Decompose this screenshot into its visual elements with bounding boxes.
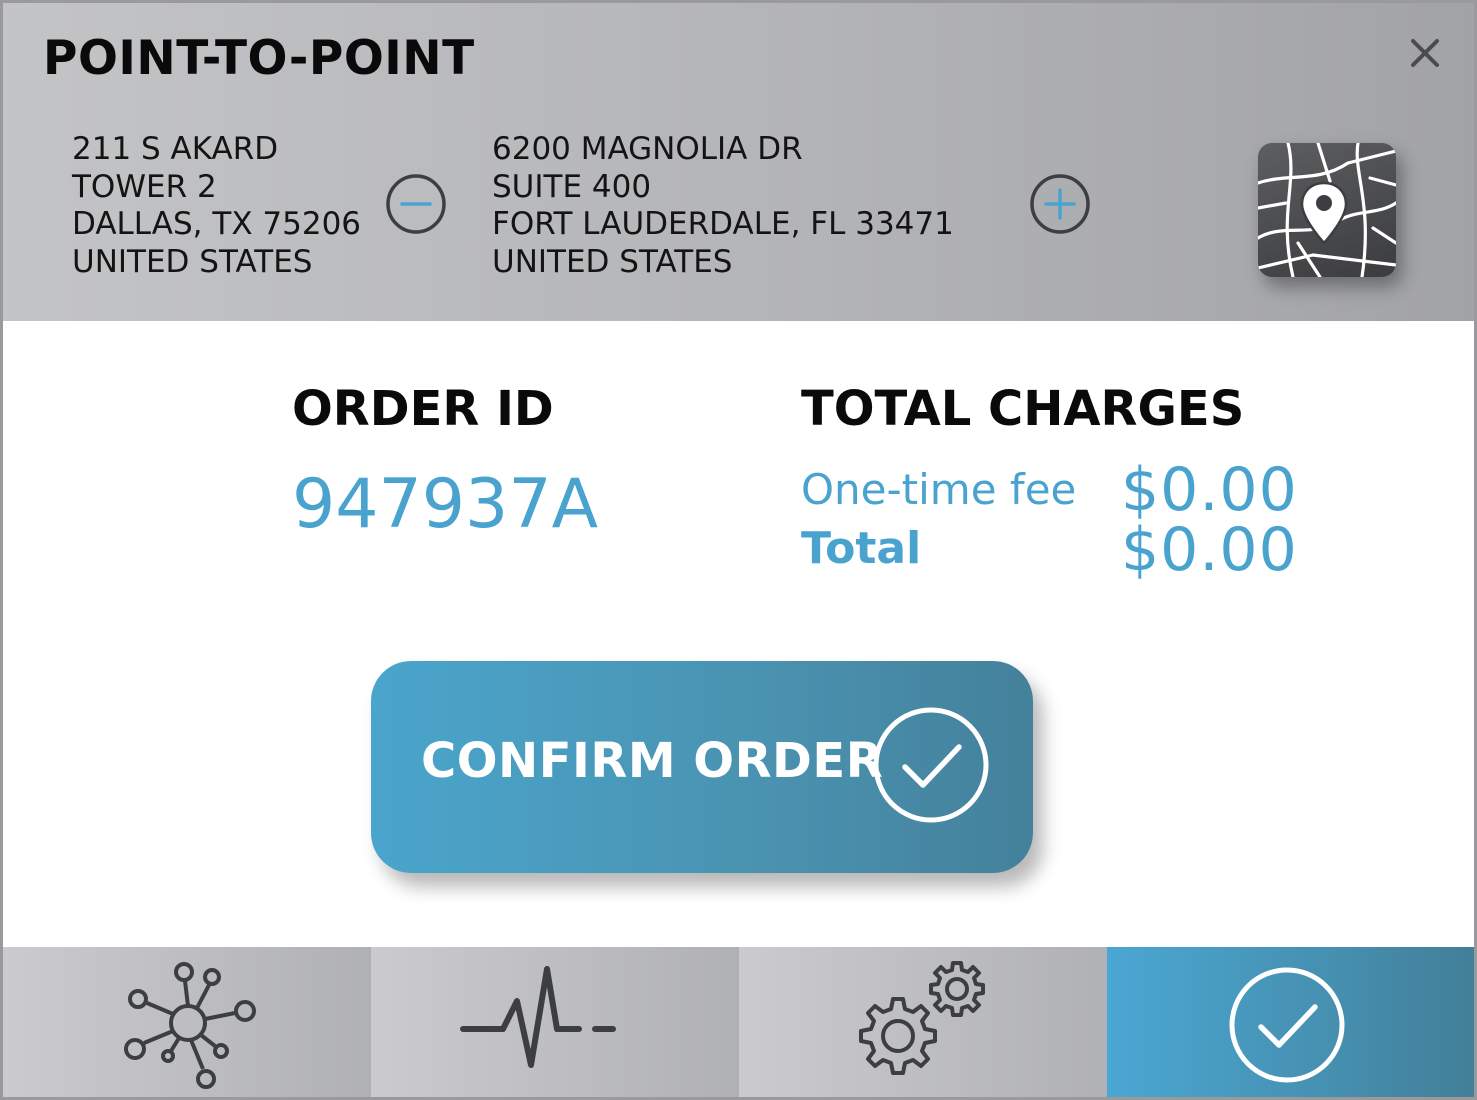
address-line: 6200 MAGNOLIA DR [492, 131, 803, 167]
total-label: Total [801, 523, 922, 574]
close-button[interactable] [1401, 29, 1449, 77]
map-pin-icon [1258, 143, 1396, 277]
address-line: SUITE 400 [492, 168, 652, 205]
pulse-icon [460, 966, 616, 1068]
total-value: $0.00 [1121, 515, 1298, 585]
close-icon [1411, 39, 1439, 67]
map-button[interactable] [1258, 143, 1396, 277]
check-circle-icon [1229, 967, 1345, 1083]
address-line: TOWER 2 [72, 168, 217, 205]
address-line: UNITED STATES [72, 243, 313, 280]
order-id-value: 947937A [292, 465, 599, 544]
address-line: 211 S AKARD [72, 131, 279, 167]
network-icon [124, 962, 256, 1089]
remove-location-button[interactable] [385, 173, 447, 235]
dialog-title: POINT-TO-POINT [43, 31, 475, 86]
point-to-point-dialog: POINT-TO-POINT 211 S AKARD TOWER 2 DALLA… [0, 0, 1477, 1100]
address-b: 6200 MAGNOLIA DR SUITE 400 FORT LAUDERDA… [492, 131, 954, 281]
one-time-fee-label: One-time fee [801, 465, 1077, 514]
nav-tab-confirm[interactable] [1107, 947, 1474, 1097]
order-id-label: ORDER ID [292, 381, 554, 437]
minus-circle-icon [386, 174, 446, 234]
address-line: DALLAS, TX 75206 [72, 206, 362, 242]
dialog-header: POINT-TO-POINT 211 S AKARD TOWER 2 DALLA… [3, 3, 1474, 321]
check-circle-icon [873, 707, 989, 823]
nav-tab-activity[interactable] [371, 947, 739, 1097]
gears-icon [859, 961, 985, 1075]
address-line: UNITED STATES [492, 243, 733, 280]
bottom-nav [3, 947, 1474, 1097]
address-line: FORT LAUDERDALE, FL 33471 [492, 206, 954, 242]
total-charges-label: TOTAL CHARGES [801, 381, 1245, 437]
confirm-order-label: CONFIRM ORDER [421, 733, 884, 789]
address-a: 211 S AKARD TOWER 2 DALLAS, TX 75206 UNI… [72, 131, 361, 281]
add-location-button[interactable] [1029, 173, 1091, 235]
confirm-order-button[interactable]: CONFIRM ORDER [371, 661, 1033, 873]
nav-tab-settings[interactable] [739, 947, 1107, 1097]
nav-tab-network[interactable] [3, 947, 371, 1097]
plus-circle-icon [1030, 174, 1090, 234]
